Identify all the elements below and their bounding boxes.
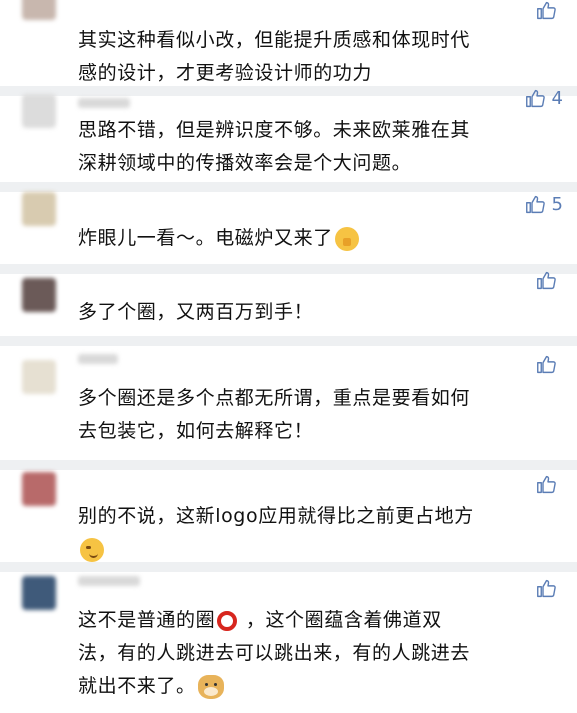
thumbs-up-icon: [525, 89, 545, 108]
separator: [0, 86, 577, 96]
avatar[interactable]: [22, 472, 56, 506]
avatar[interactable]: [22, 576, 56, 610]
comment-text: 其实这种看似小改，但能提升质感和体现时代 感的设计，才更考验设计师的功力: [78, 29, 471, 84]
separator: [0, 264, 577, 274]
username-blurred: [78, 354, 118, 364]
thumbs-up-icon: [537, 579, 556, 598]
username-blurred: [78, 576, 140, 586]
shushing-face-emoji-icon: [334, 226, 359, 251]
like-button[interactable]: [536, 578, 563, 599]
username-blurred: [78, 98, 130, 108]
comment-item: 别的不说，这新logo应用就得比之前更占地方: [0, 470, 577, 562]
comment-item: 多个圈还是多个点都无所谓，重点是要看如何 去包装它，如何去解释它！: [0, 346, 577, 460]
like-button[interactable]: 5: [525, 194, 563, 215]
separator: [0, 460, 577, 470]
comment-item: 4 思路不错，但是辨识度不够。未来欧莱雅在其 深耕领域中的传播效率会是个大问题。: [0, 89, 577, 182]
winking-face-emoji-icon: [80, 537, 104, 562]
doge-emoji-icon: [197, 674, 224, 699]
avatar[interactable]: [22, 192, 56, 226]
like-button[interactable]: [536, 270, 563, 291]
avatar[interactable]: [22, 94, 56, 128]
like-button[interactable]: [536, 354, 563, 375]
like-button[interactable]: [536, 474, 563, 495]
thumbs-up-icon: [525, 195, 545, 214]
avatar[interactable]: [22, 278, 56, 312]
like-count: 5: [551, 193, 563, 215]
comment-item: 多了个圈，又两百万到手！: [0, 271, 577, 336]
comment-text: 炸眼儿一看～。电磁炉又来了: [78, 222, 558, 255]
separator: [0, 182, 577, 192]
avatar[interactable]: [22, 360, 56, 394]
comment-item: 这不是普通的圈 ，这个圈蕴含着佛道双 法，有的人跳进去可以跳出来，有的人跳进去 …: [0, 572, 577, 713]
comment-text: 这不是普通的圈 ，这个圈蕴含着佛道双 法，有的人跳进去可以跳出来，有的人跳进去 …: [78, 609, 471, 699]
like-count: 4: [551, 87, 563, 109]
like-button[interactable]: [536, 0, 563, 21]
comment-text: 别的不说，这新logo应用就得比之前更占地方: [78, 500, 558, 566]
comment-item: 其实这种看似小改，但能提升质感和体现时代 感的设计，才更考验设计师的功力: [0, 0, 577, 86]
avatar[interactable]: [22, 0, 56, 20]
like-button[interactable]: 4: [525, 88, 563, 109]
comment-text: 多个圈还是多个点都无所谓，重点是要看如何 去包装它，如何去解释它！: [78, 387, 471, 442]
comment-text: 多了个圈，又两百万到手！: [78, 301, 314, 323]
thumbs-up-icon: [537, 271, 556, 290]
comment-text: 思路不错，但是辨识度不够。未来欧莱雅在其 深耕领域中的传播效率会是个大问题。: [78, 119, 471, 174]
thumbs-up-icon: [537, 475, 556, 494]
thumbs-up-icon: [537, 355, 556, 374]
thumbs-up-icon: [537, 1, 556, 20]
separator: [0, 336, 577, 346]
comment-item: 5 炸眼儿一看～。电磁炉又来了: [0, 192, 577, 264]
red-circle-emoji-icon: [217, 610, 238, 631]
separator: [0, 562, 577, 572]
